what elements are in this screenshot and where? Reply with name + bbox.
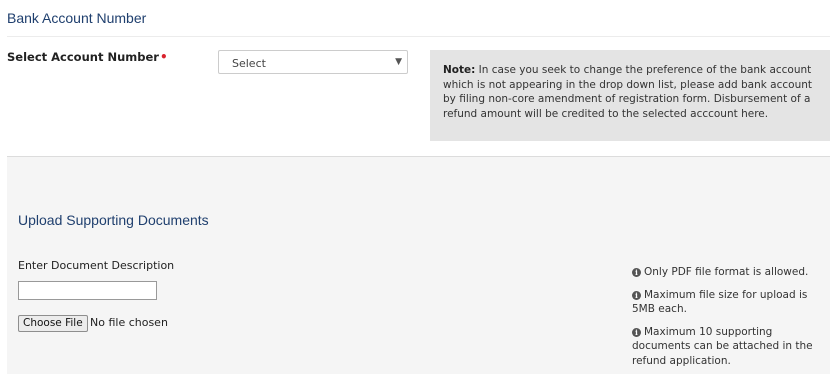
info-item-text: Maximum 10 supporting documents can be a… — [632, 325, 813, 367]
document-description-label: Enter Document Description — [18, 259, 175, 272]
info-circle-icon: i — [632, 327, 641, 337]
info-item: i Maximum file size for upload is 5MB eac… — [632, 288, 817, 317]
info-item: i Only PDF file format is allowed. — [632, 265, 817, 280]
upload-documents-panel: Upload Supporting Documents Enter Docume… — [7, 156, 830, 374]
dropdown-caret-icon: ▼ — [395, 57, 402, 67]
account-number-label-text: Select Account Number — [7, 50, 159, 64]
info-item: i Maximum 10 supporting documents can be … — [632, 325, 817, 369]
note-heading: Note: — [443, 64, 476, 76]
no-file-chosen-text: No file chosen — [90, 316, 168, 329]
info-item-text: Maximum file size for upload is 5MB each… — [632, 288, 808, 316]
bank-account-section-title: Bank Account Number — [7, 10, 147, 26]
section-divider — [7, 36, 830, 37]
bank-account-note: Note: In case you seek to change the pre… — [430, 50, 830, 141]
account-number-select[interactable]: Select ▼ — [218, 50, 408, 74]
choose-file-button[interactable]: Choose File — [18, 315, 88, 332]
document-description-input[interactable] — [18, 281, 157, 300]
required-marker: • — [159, 50, 168, 64]
upload-info-list: i Only PDF file format is allowed. i Maxim… — [632, 265, 817, 376]
select-value: Select — [232, 57, 266, 70]
info-item-text: Only PDF file format is allowed. — [644, 266, 809, 278]
upload-section-title: Upload Supporting Documents — [18, 212, 209, 228]
note-text: In case you seek to change the preferenc… — [443, 64, 813, 120]
info-circle-icon: i — [632, 268, 641, 277]
account-number-label: Select Account Number• — [7, 50, 168, 64]
info-circle-icon: i — [632, 290, 641, 300]
